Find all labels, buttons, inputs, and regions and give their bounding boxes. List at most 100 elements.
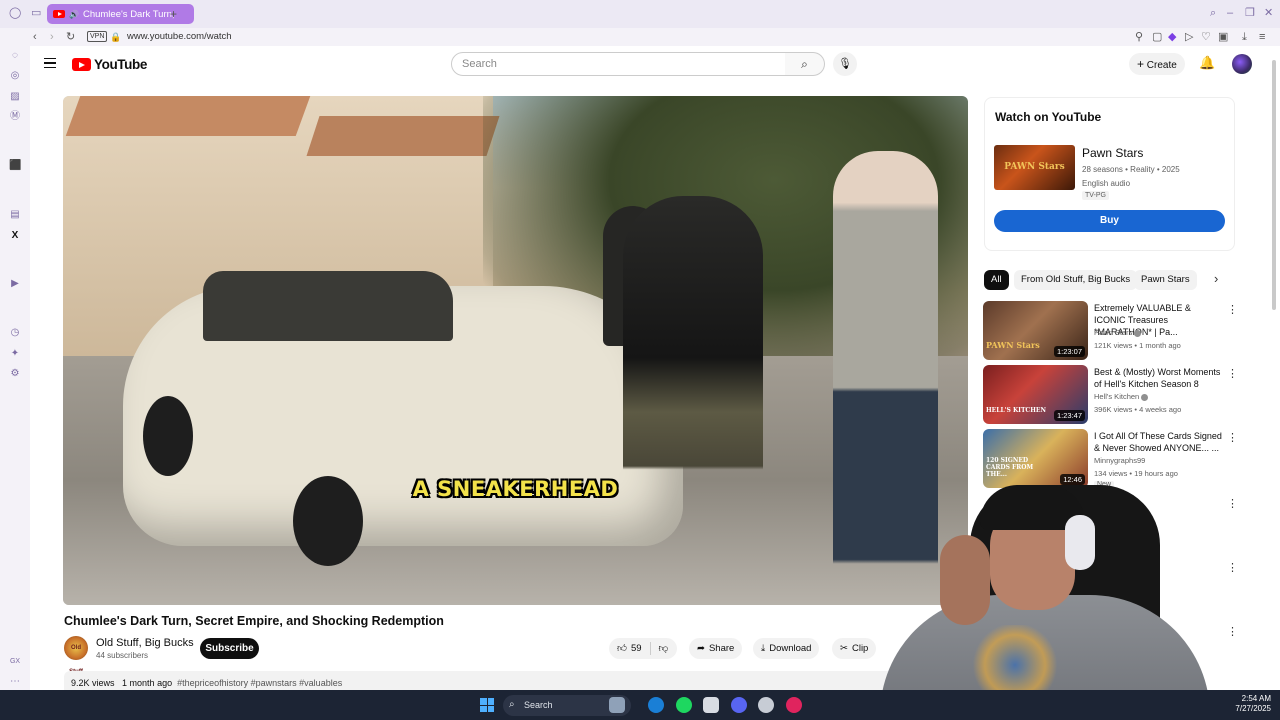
download-button[interactable]: ⤓ Download [753, 638, 820, 659]
vpn-badge[interactable]: VPN [87, 31, 108, 42]
twitch-icon[interactable]: ▤ [9, 209, 21, 221]
description-box[interactable]: 9.2K views 1 month ago #thepriceofhistor… [64, 671, 924, 690]
discord-icon[interactable] [731, 697, 747, 713]
verified-icon [1141, 393, 1149, 401]
player-icon[interactable]: ▶ [9, 278, 21, 290]
recommended-channel[interactable]: Minnygraphs99 [1094, 456, 1145, 465]
pin-icon[interactable]: ⚲ [1135, 28, 1143, 46]
minimize-icon[interactable]: – [1227, 8, 1233, 19]
reload-icon[interactable]: ↻ [66, 28, 75, 46]
chip-from-channel[interactable]: From Old Stuff, Big Bucks [1014, 270, 1138, 290]
download-label: Download [769, 643, 812, 654]
edge-icon[interactable] [648, 697, 664, 713]
more-options-icon[interactable]: ⋮ [1227, 561, 1238, 574]
recommended-title[interactable]: Best & (Mostly) Worst Moments of Hell's … [1094, 366, 1224, 390]
recommended-channel[interactable]: Pawn Stars [1094, 328, 1142, 337]
history-icon[interactable]: ◷ [9, 327, 21, 339]
hashtags[interactable]: #thepriceofhistory #pawnstars #valuables [177, 678, 342, 688]
scrollbar-thumb[interactable] [1272, 60, 1276, 310]
voice-search-button[interactable]: 🎙 [833, 52, 857, 76]
search-tabs-icon[interactable]: ⌕ [1210, 8, 1216, 19]
system-clock[interactable]: 2:54 AM 7/27/2025 [1233, 694, 1271, 714]
messenger-icon[interactable]: Ⓜ [9, 111, 21, 123]
chip-pawn-stars[interactable]: Pawn Stars [1134, 270, 1197, 290]
recommended-channel[interactable]: Hell's Kitchen [1094, 392, 1149, 401]
chatgpt-icon[interactable] [758, 697, 774, 713]
screenshot-icon[interactable]: ▢ [1152, 28, 1162, 46]
show-name[interactable]: Pawn Stars [1082, 146, 1143, 160]
pinboard-icon[interactable]: ▨ [9, 91, 21, 103]
opera-sidebar: ◌ ◎ ▨ Ⓜ ⬛ ▤ X ▶ ◷ ✦ ⚙ GX ⋯ [0, 46, 30, 690]
download-arrow-icon: ⤓ [761, 643, 766, 654]
search-button[interactable]: ⌕ [785, 52, 825, 76]
more-options-icon[interactable]: ⋮ [1227, 431, 1238, 444]
share-button[interactable]: ➦ Share [689, 638, 743, 659]
notifications-bell-icon[interactable]: 🔔 [1199, 55, 1215, 71]
video-frame-car-window [203, 271, 453, 341]
thumbnail-text: PAWN Stars [986, 340, 1040, 350]
clock-date: 7/27/2025 [1235, 704, 1271, 713]
video-thumbnail[interactable]: HELL'S KITCHEN 1:23:47 [983, 365, 1088, 424]
show-thumbnail[interactable]: PAWN Stars [994, 145, 1075, 190]
search-input[interactable]: Search [451, 52, 786, 76]
more-icon[interactable]: ⋯ [9, 676, 21, 688]
forward-icon[interactable]: › [50, 28, 54, 46]
watch-on-youtube-card: Watch on YouTube PAWN Stars Pawn Stars 2… [984, 97, 1235, 251]
download-icon[interactable]: ⤓ [1242, 28, 1247, 46]
chevron-right-icon[interactable]: › [1214, 271, 1218, 286]
hamburger-menu-icon[interactable] [44, 58, 56, 68]
more-options-icon[interactable]: ⋮ [1227, 303, 1238, 316]
video-frame-roof [65, 96, 311, 136]
close-icon[interactable]: ✕ [1264, 8, 1273, 19]
account-avatar[interactable] [1232, 54, 1252, 74]
youtube-logo[interactable]: YouTube [72, 57, 147, 72]
channel-name[interactable]: Old Stuff, Big Bucks [96, 637, 194, 649]
back-icon[interactable]: ‹ [33, 28, 37, 46]
spotify-icon[interactable] [676, 697, 692, 713]
wallet-icon[interactable]: ▣ [1218, 28, 1228, 46]
create-button[interactable]: + Create [1129, 53, 1185, 75]
scissors-icon: ✂ [840, 643, 848, 654]
settings-icon[interactable]: ⚙ [9, 368, 21, 380]
microphone-icon: 🎙 [838, 58, 852, 70]
chip-all[interactable]: All [984, 270, 1009, 290]
subscribe-button[interactable]: Subscribe [200, 638, 259, 659]
youtube-header: YouTube Search ⌕ 🎙 + Create 🔔 [30, 46, 1280, 82]
new-tab-button[interactable]: + [170, 8, 177, 20]
thumbs-down-icon[interactable]: 👎︎ [659, 638, 669, 659]
file-explorer-icon[interactable] [609, 697, 625, 713]
lock-icon[interactable]: 🔒 [110, 28, 121, 46]
url-field[interactable]: www.youtube.com/watch [127, 28, 232, 46]
recommended-video[interactable]: HELL'S KITCHEN 1:23:47 Best & (Mostly) W… [983, 365, 1243, 425]
like-button[interactable]: 👍︎ 59 [617, 638, 642, 659]
tab-islands-icon[interactable]: ▭ [31, 8, 41, 19]
menu-icon[interactable]: ≡ [1259, 28, 1265, 46]
aria-icon[interactable]: ◌ [9, 50, 21, 62]
show-audio: English audio [1082, 179, 1131, 188]
restore-icon[interactable]: ❐ [1245, 8, 1255, 19]
more-options-icon[interactable]: ⋮ [1227, 625, 1238, 638]
app-icon[interactable] [703, 697, 719, 713]
youtube-favicon-icon [53, 10, 65, 18]
opera-logo-icon[interactable]: ◯ [9, 8, 21, 19]
buy-button[interactable]: Buy [994, 210, 1225, 232]
workspace-icon[interactable]: ◎ [9, 70, 21, 82]
speaker-icon[interactable]: 🔊 [69, 10, 79, 19]
more-options-icon[interactable]: ⋮ [1227, 497, 1238, 510]
play-icon[interactable]: ▷ [1185, 28, 1193, 46]
duration-badge: 1:23:07 [1053, 346, 1085, 357]
channel-avatar[interactable]: Old Stuff [64, 636, 88, 675]
video-thumbnail[interactable]: PAWN Stars 1:23:07 [983, 301, 1088, 360]
opera-gx-icon[interactable] [786, 697, 802, 713]
shield-icon[interactable]: ◆ [1168, 28, 1176, 46]
more-options-icon[interactable]: ⋮ [1227, 367, 1238, 380]
recommended-video[interactable]: PAWN Stars 1:23:07 Extremely VALUABLE & … [983, 301, 1243, 361]
windows-start-icon[interactable] [480, 698, 494, 712]
extensions-icon[interactable]: ✦ [9, 348, 21, 360]
recommended-title[interactable]: I Got All Of These Cards Signed & Never … [1094, 430, 1224, 454]
video-player[interactable]: A SNEAKERHEAD [63, 96, 968, 605]
x-icon[interactable]: X [9, 230, 21, 242]
heart-icon[interactable]: ♡ [1201, 28, 1211, 46]
gx-icon[interactable]: GX [9, 656, 21, 668]
tiktok-icon[interactable]: ⬛ [9, 160, 21, 172]
